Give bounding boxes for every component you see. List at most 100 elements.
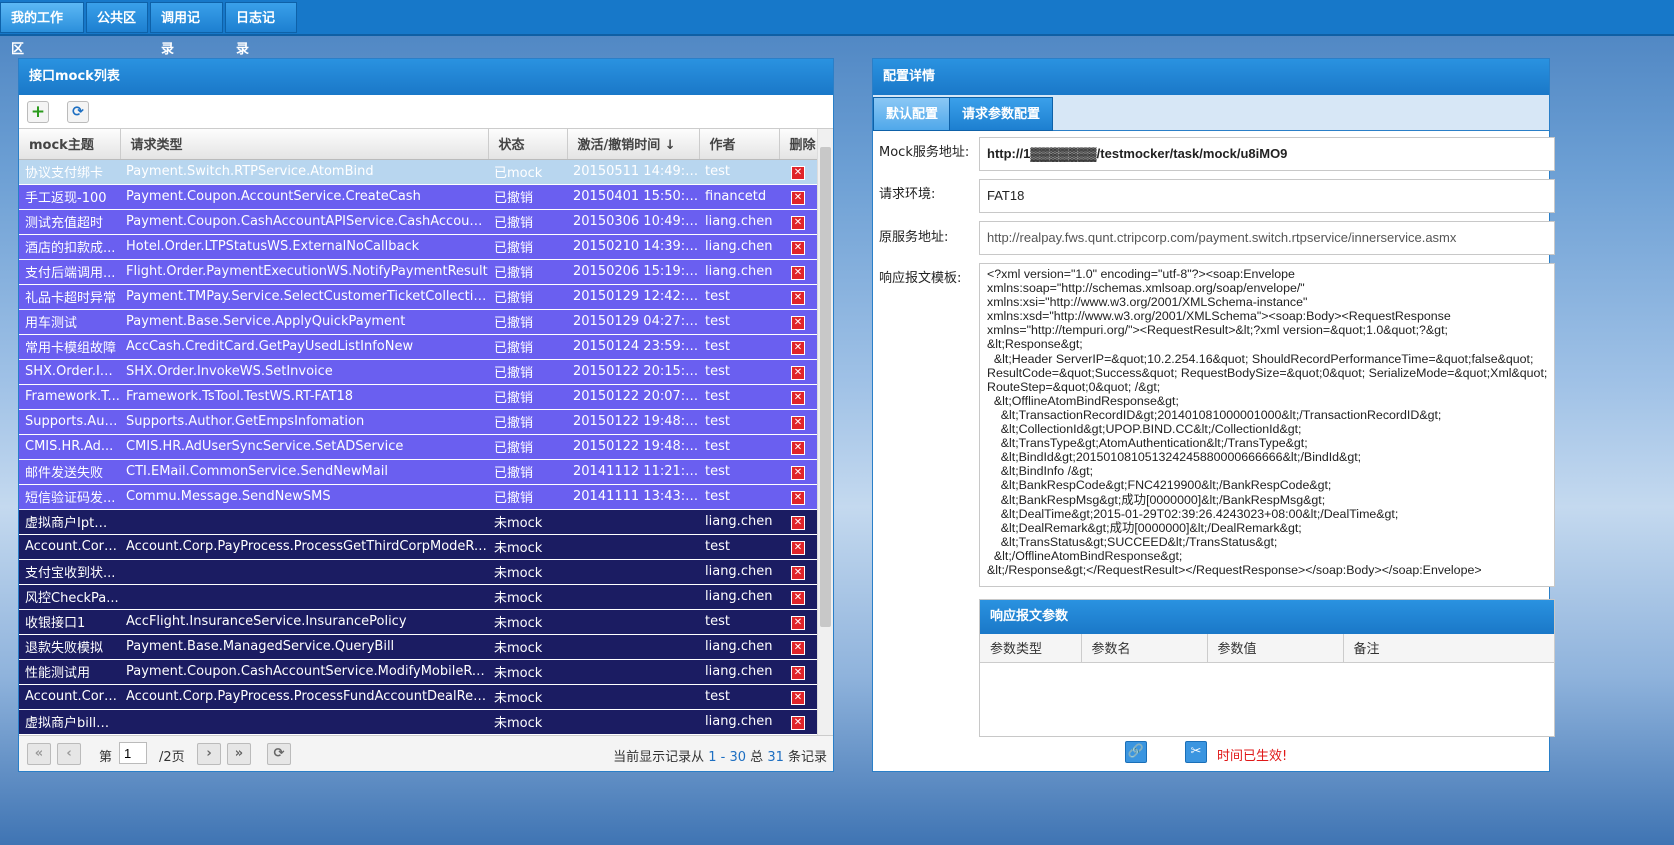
delete-icon[interactable]: ✕ <box>791 490 805 505</box>
mock-url-field[interactable]: http://1▓▓▓▓▓▓▓/testmocker/task/mock/u8i… <box>979 137 1555 171</box>
table-row[interactable]: 常用卡模组故障 AccCash.CreditCard.GetPayUsedList… <box>19 334 819 360</box>
delete-icon[interactable]: ✕ <box>791 190 805 205</box>
link-icon[interactable]: 🔗 <box>1125 741 1147 763</box>
table-row[interactable]: 手工返现-100 Payment.Coupon.AccountService.Cr… <box>19 184 819 210</box>
template-field[interactable]: <?xml version="1.0" encoding="utf-8"?><s… <box>979 263 1555 587</box>
row-type <box>120 709 488 735</box>
row-type: SHX.Order.InvokeWS.SetInvoice <box>120 359 488 385</box>
col-time[interactable]: 激活/撤销时间 ↓ <box>567 129 700 160</box>
row-subject: 短信验证码发... <box>19 484 120 510</box>
tab-my-workspace[interactable]: 我的工作区 <box>0 2 84 57</box>
row-status: 已撤销 <box>488 459 567 485</box>
delete-icon[interactable]: ✕ <box>791 315 805 330</box>
delete-icon[interactable]: ✕ <box>791 465 805 480</box>
row-delete-cell: ✕ <box>779 184 819 210</box>
table-row[interactable]: 退款失败模拟 Payment.Base.ManagedService.QueryB… <box>19 634 819 660</box>
delete-icon[interactable]: ✕ <box>791 690 805 705</box>
col-subject[interactable]: mock主题 <box>19 129 121 160</box>
table-row[interactable]: SHX.Order.In... SHX.Order.InvokeWS.SetInv… <box>19 359 819 385</box>
delete-icon[interactable]: ✕ <box>791 640 805 655</box>
delete-icon[interactable]: ✕ <box>791 515 805 530</box>
table-row[interactable]: 收银接口1 AccFlight.InsuranceService.Insuranc… <box>19 609 819 635</box>
row-type: Hotel.Order.LTPStatusWS.ExternalNoCallba… <box>120 234 488 260</box>
row-status: 未mock <box>488 709 567 735</box>
table-row[interactable]: CMIS.HR.Ad... CMIS.HR.AdUserSyncService.S… <box>19 434 819 460</box>
table-row[interactable]: 支付宝收到状... 未mock liang.chen ✕ <box>19 559 819 585</box>
table-row[interactable]: 虚拟商户bill回调 未mock liang.chen ✕ <box>19 709 819 735</box>
col-type[interactable]: 请求类型 <box>120 129 489 160</box>
delete-icon[interactable]: ✕ <box>791 290 805 305</box>
row-type: CMIS.HR.AdUserSyncService.SetADService <box>120 434 488 460</box>
table-row[interactable]: Account.Corp... Account.Corp.PayProcess.P… <box>19 534 819 560</box>
table-row[interactable]: 用车测试 Payment.Base.Service.ApplyQuickPayme… <box>19 309 819 335</box>
delete-icon[interactable]: ✕ <box>791 565 805 580</box>
summary-prefix: 当前显示记录从 <box>613 750 709 765</box>
table-row[interactable]: 邮件发送失败 CTI.EMail.CommonService.SendNewMai… <box>19 459 819 485</box>
tab-call-records[interactable]: 调用记录 <box>150 2 223 57</box>
reload-button[interactable]: ⟳ <box>267 743 291 765</box>
config-detail-title: 配置详情 <box>873 59 1549 95</box>
delete-icon[interactable]: ✕ <box>791 715 805 730</box>
row-type: CTI.EMail.CommonService.SendNewMail <box>120 459 488 485</box>
next-page-button[interactable]: › <box>197 743 221 765</box>
col-status[interactable]: 状态 <box>488 129 568 160</box>
row-status: 未mock <box>488 684 567 710</box>
table-row[interactable]: 协议支付绑卡 Payment.Switch.RTPService.AtomBind… <box>19 159 819 185</box>
delete-icon[interactable]: ✕ <box>791 390 805 405</box>
orig-url-label: 原服务地址: <box>879 230 949 245</box>
row-author: test <box>699 309 779 335</box>
env-field[interactable]: FAT18 <box>979 179 1555 213</box>
row-time: 20150206 15:19:45 <box>567 259 699 285</box>
unlink-icon[interactable]: ✂ <box>1185 741 1207 763</box>
delete-icon[interactable]: ✕ <box>791 365 805 380</box>
table-row[interactable]: Framework.T... Framework.TsTool.TestWS.RT… <box>19 384 819 410</box>
delete-icon[interactable]: ✕ <box>791 265 805 280</box>
table-row[interactable]: 虚拟商户Ipt回调 未mock liang.chen ✕ <box>19 509 819 535</box>
delete-icon[interactable]: ✕ <box>791 540 805 555</box>
table-row[interactable]: 礼品卡超时异常 Payment.TMPay.Service.SelectCusto… <box>19 284 819 310</box>
grid-scrollbar[interactable] <box>817 129 833 737</box>
delete-icon[interactable]: ✕ <box>791 665 805 680</box>
tab-public-area[interactable]: 公共区 <box>86 2 148 33</box>
row-time: 20150129 12:42:02 <box>567 284 699 310</box>
delete-icon[interactable]: ✕ <box>791 215 805 230</box>
delete-icon[interactable]: ✕ <box>791 165 805 180</box>
row-status: 已撤销 <box>488 434 567 460</box>
row-author: liang.chen <box>699 234 779 260</box>
table-row[interactable]: 风控CheckPa... 未mock liang.chen ✕ <box>19 584 819 610</box>
refresh-icon[interactable]: ⟳ <box>67 101 89 123</box>
prev-page-button[interactable]: ‹ <box>57 743 81 765</box>
tab-log-records[interactable]: 日志记录 <box>225 2 297 57</box>
delete-icon[interactable]: ✕ <box>791 440 805 455</box>
row-author: liang.chen <box>699 259 779 285</box>
row-subject: 退款失败模拟 <box>19 634 120 660</box>
first-page-button[interactable]: « <box>27 743 51 765</box>
row-delete-cell: ✕ <box>779 559 819 585</box>
response-params-title: 响应报文参数 <box>980 600 1554 634</box>
delete-icon[interactable]: ✕ <box>791 590 805 605</box>
col-author[interactable]: 作者 <box>699 129 780 160</box>
row-subject: 支付后端调用... <box>19 259 120 285</box>
table-row[interactable]: 测试充值超时 Payment.Coupon.CashAccountAPIServi… <box>19 209 819 235</box>
table-row[interactable]: 性能测试用 Payment.Coupon.CashAccountService.M… <box>19 659 819 685</box>
table-row[interactable]: 短信验证码发... Commu.Message.SendNewSMS 已撤销 2014… <box>19 484 819 510</box>
row-delete-cell: ✕ <box>779 584 819 610</box>
orig-url-field[interactable]: http://realpay.fws.qunt.ctripcorp.com/pa… <box>979 221 1555 255</box>
delete-icon[interactable]: ✕ <box>791 340 805 355</box>
table-row[interactable]: 酒店的扣款成... Hotel.Order.LTPStatusWS.Externa… <box>19 234 819 260</box>
tab-request-param-config[interactable]: 请求参数配置 <box>949 97 1054 131</box>
delete-icon[interactable]: ✕ <box>791 415 805 430</box>
delete-icon[interactable]: ✕ <box>791 615 805 630</box>
table-row[interactable]: 支付后端调用... Flight.Order.PaymentExecutionWS… <box>19 259 819 285</box>
row-time <box>567 609 699 635</box>
last-page-button[interactable]: » <box>227 743 251 765</box>
grid-scroll-thumb[interactable] <box>820 147 831 627</box>
response-params: 响应报文参数 参数类型 参数名 参数值 备注 <box>979 599 1555 737</box>
row-subject: 常用卡模组故障 <box>19 334 120 360</box>
add-icon[interactable]: + <box>27 101 49 123</box>
tab-default-config[interactable]: 默认配置 <box>873 97 952 131</box>
page-input[interactable] <box>119 742 147 764</box>
delete-icon[interactable]: ✕ <box>791 240 805 255</box>
table-row[interactable]: Supports.Aut... Supports.Author.GetEmpsIn… <box>19 409 819 435</box>
table-row[interactable]: Account.Corp... Account.Corp.PayProcess.P… <box>19 684 819 710</box>
